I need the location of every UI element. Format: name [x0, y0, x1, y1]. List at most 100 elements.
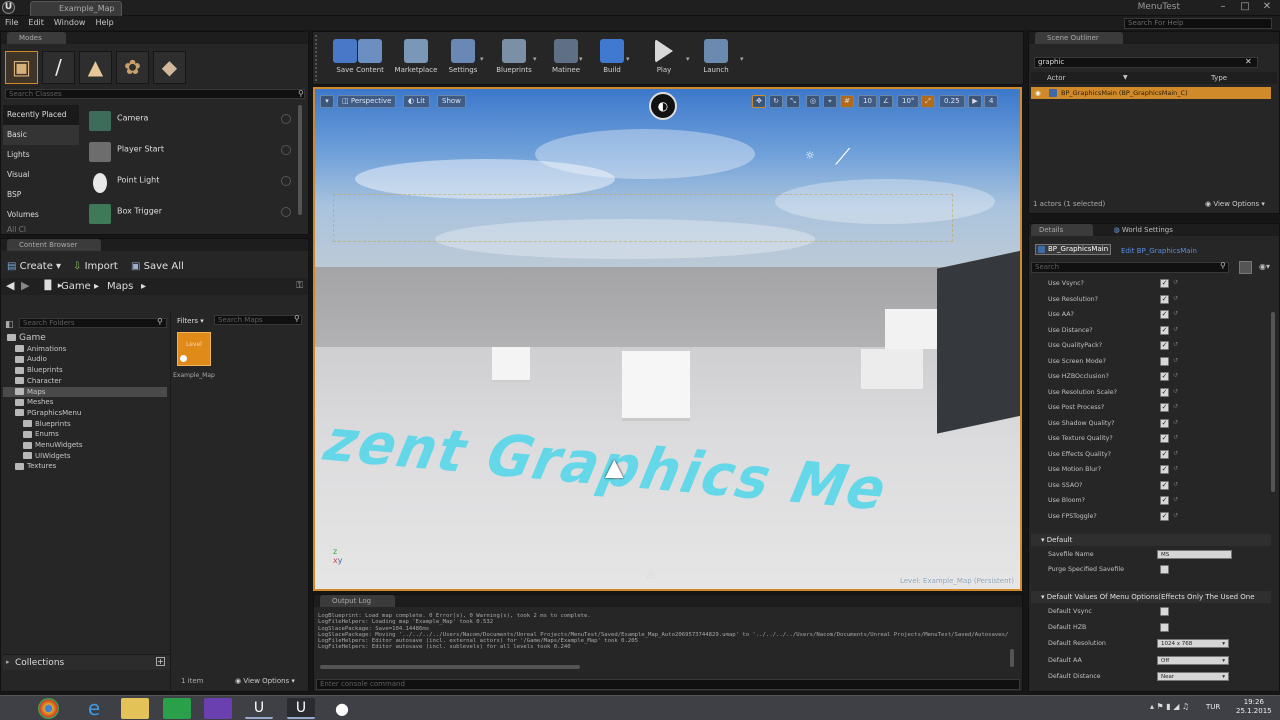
store-icon[interactable] — [163, 698, 191, 719]
reset-to-default-icon[interactable]: ↺ — [1173, 403, 1178, 410]
tree-folder-maps[interactable]: Maps — [3, 386, 167, 397]
matinee-dropdown-icon[interactable]: ▾ — [579, 55, 585, 63]
property-checkbox[interactable]: ✓ — [1160, 325, 1169, 335]
paint-mode-icon[interactable]: / — [42, 51, 75, 84]
scale-snap-icon[interactable]: ⤢ — [921, 95, 935, 108]
lit-button[interactable]: ◐ Lit — [403, 95, 430, 108]
scale-size-button[interactable]: 0.25 — [939, 95, 965, 108]
asset-thumbnail[interactable]: Level — [177, 332, 211, 366]
reset-to-default-icon[interactable]: ↺ — [1173, 341, 1178, 348]
tree-folder-game[interactable]: Game — [3, 333, 167, 343]
property-checkbox[interactable]: ✓ — [1160, 310, 1169, 319]
property-checkbox[interactable]: ✓ — [1160, 372, 1169, 381]
tree-folder-enums[interactable]: Enums — [3, 429, 167, 439]
menu-file[interactable]: File — [0, 16, 23, 29]
launch-button[interactable]: Launch — [693, 35, 739, 81]
internet-explorer-icon[interactable]: e — [80, 698, 108, 719]
light-actor-icon[interactable]: ☼ — [805, 149, 815, 162]
splitter[interactable] — [170, 311, 171, 691]
rotation-snap-icon[interactable]: ∠ — [879, 95, 893, 108]
property-checkbox[interactable]: ✓ — [1160, 496, 1169, 505]
category-all-classes[interactable]: All Cl — [3, 225, 79, 235]
tree-folder-menuwidgets[interactable]: MenuWidgets — [3, 440, 167, 450]
level-viewport[interactable]: zent Graphics Me ▲ ◐ ☼ ⟋ ⟁ z xy ▾ ◫ Persp… — [313, 87, 1022, 591]
back-arrow-icon[interactable]: ◀ — [6, 279, 14, 292]
selected-cube[interactable] — [622, 351, 690, 421]
category-volumes[interactable]: Volumes — [3, 205, 79, 225]
outliner-view-options-button[interactable]: ◉ View Options ▾ — [1205, 200, 1265, 208]
property-checkbox[interactable]: ✓ — [1160, 341, 1169, 350]
visibility-eye-icon[interactable]: ◉ — [1035, 87, 1041, 99]
toolbar-grip[interactable] — [315, 35, 318, 81]
menu-edit[interactable]: Edit — [23, 16, 49, 29]
placeable-box-trigger[interactable]: Box Trigger — [85, 198, 295, 229]
create-button[interactable]: ▤ Create ▾ — [7, 261, 61, 272]
unreal-launcher-icon[interactable]: U — [245, 698, 273, 719]
tree-folder-blueprints[interactable]: Blueprints — [3, 419, 167, 429]
landscape-mode-icon[interactable]: ▲ — [79, 51, 112, 84]
placeable-camera[interactable]: Camera — [85, 105, 295, 136]
property-checkbox[interactable] — [1160, 356, 1169, 366]
property-checkbox[interactable]: ✓ — [1160, 465, 1169, 474]
type-column-header[interactable]: Type — [1211, 72, 1227, 84]
reset-to-default-icon[interactable]: ↺ — [1173, 310, 1178, 317]
reset-to-default-icon[interactable]: ↺ — [1173, 279, 1178, 286]
grid-size-button[interactable]: 10 — [858, 95, 877, 108]
camera-speed-button[interactable]: 4 — [984, 95, 999, 108]
category-bsp[interactable]: BSP — [3, 185, 79, 205]
property-checkbox[interactable]: ✓ — [1160, 387, 1169, 397]
blueprints-dropdown-icon[interactable]: ▾ — [533, 55, 539, 63]
details-scrollbar[interactable] — [1271, 312, 1275, 492]
property-checkbox[interactable]: ✓ — [1160, 449, 1169, 459]
forward-arrow-icon[interactable]: ▶ — [21, 279, 29, 292]
perspective-button[interactable]: ◫ Perspective — [337, 95, 397, 108]
class-search-input[interactable]: Search Classes — [5, 89, 305, 99]
category-visual[interactable]: Visual — [3, 165, 79, 185]
tab-world-settings[interactable]: ◍ World Settings — [1096, 224, 1189, 236]
tree-folder-blueprints[interactable]: Blueprints — [3, 365, 167, 375]
grid-snap-icon[interactable]: # — [840, 95, 854, 108]
view-options-button[interactable]: ◉ View Options ▾ — [235, 677, 295, 685]
minimize-icon[interactable]: – — [1212, 0, 1234, 14]
console-input[interactable]: Enter console command — [316, 679, 1020, 690]
property-checkbox[interactable]: ✓ — [1160, 294, 1169, 304]
save-all-button[interactable]: ▣ Save All — [131, 261, 184, 272]
reflection-capture-icon[interactable]: ◐ — [649, 92, 677, 120]
reset-to-default-icon[interactable]: ↺ — [1173, 357, 1178, 364]
placeable-point-light[interactable]: Point Light — [85, 167, 295, 198]
reset-to-default-icon[interactable]: ↺ — [1173, 434, 1178, 441]
property-checkbox[interactable]: ✓ — [1160, 403, 1169, 412]
tab-output-log[interactable]: Output Log — [320, 595, 396, 607]
clear-search-icon[interactable]: ✕ — [1245, 57, 1252, 66]
object-name-field[interactable]: BP_GraphicsMain — [1035, 244, 1111, 255]
reset-to-default-icon[interactable]: ↺ — [1173, 372, 1178, 379]
blueprints-button[interactable]: Blueprints — [491, 35, 537, 81]
tray-icons[interactable]: ▴ ⚑ ▮ ◢ ♫ — [1150, 702, 1189, 711]
camera-speed-icon[interactable]: ▶ — [968, 95, 982, 108]
tree-folder-character[interactable]: Character — [3, 376, 167, 386]
filters-button[interactable]: Filters ▾ — [177, 317, 204, 325]
tree-folder-textures[interactable]: Textures — [3, 461, 167, 471]
help-search-input[interactable]: Search For Help — [1124, 18, 1272, 29]
rotation-size-button[interactable]: 10° — [897, 95, 920, 108]
log-vertical-scrollbar[interactable] — [1010, 649, 1014, 667]
add-collection-icon[interactable]: + — [156, 657, 165, 666]
viewport-options-icon[interactable]: ▾ — [320, 95, 334, 108]
breadcrumb-game[interactable]: Game — [61, 281, 91, 292]
modes-scrollbar[interactable] — [298, 105, 302, 215]
directional-light-icon[interactable]: ⟋ — [835, 145, 850, 170]
menu-help[interactable]: Help — [90, 16, 118, 29]
launch-dropdown-icon[interactable]: ▾ — [740, 55, 746, 63]
breadcrumb-maps[interactable]: Maps — [107, 281, 133, 292]
scale-tool-icon[interactable]: ⤡ — [786, 95, 800, 108]
start-button-icon[interactable] — [3, 698, 29, 719]
edit-blueprint-link[interactable]: Edit BP_GraphicsMain — [1121, 247, 1197, 255]
level-tab[interactable]: Example_Map — [30, 1, 122, 16]
unreal-editor-icon[interactable]: U — [287, 698, 315, 719]
folder-search-input[interactable]: Search Folders — [19, 318, 167, 328]
log-horizontal-scrollbar[interactable] — [320, 665, 580, 669]
visual-studio-icon[interactable] — [204, 698, 232, 719]
geometry-mode-icon[interactable]: ◆ — [153, 51, 186, 84]
reset-to-default-icon[interactable]: ↺ — [1173, 465, 1178, 472]
outliner-row-bp-graphicsmain[interactable]: ◉ BP_GraphicsMain (BP_GraphicsMain_C) — [1031, 87, 1271, 99]
